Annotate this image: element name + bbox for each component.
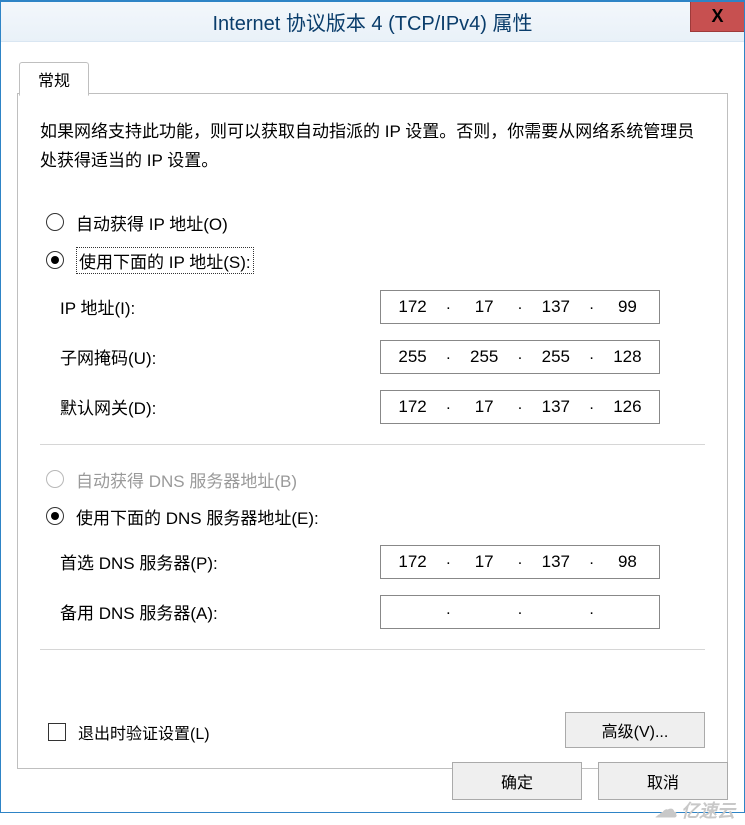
subnet-mask-input[interactable]: 255. 255. 255. 128 xyxy=(380,340,660,374)
dns-manual-label: 使用下面的 DNS 服务器地址(E): xyxy=(76,504,319,529)
gateway-label: 默认网关(D): xyxy=(60,394,380,419)
ip-auto-radio[interactable]: 自动获得 IP 地址(O) xyxy=(46,210,705,235)
ip-group: 自动获得 IP 地址(O) 使用下面的 IP 地址(S): IP 地址(I): … xyxy=(40,210,705,445)
dns-group: 自动获得 DNS 服务器地址(B) 使用下面的 DNS 服务器地址(E): 首选… xyxy=(40,467,705,650)
gateway-input[interactable]: 172. 17. 137. 126 xyxy=(380,390,660,424)
ip-address-row: IP 地址(I): 172. 17. 137. 99 xyxy=(60,290,705,324)
advanced-button[interactable]: 高级(V)... xyxy=(565,712,705,748)
tab-row: 常规 xyxy=(17,58,728,94)
intro-text: 如果网络支持此功能，则可以获取自动指派的 IP 设置。否则，你需要从网络系统管理… xyxy=(40,118,705,176)
dns-auto-radio: 自动获得 DNS 服务器地址(B) xyxy=(46,467,705,492)
dns-manual-radio[interactable]: 使用下面的 DNS 服务器地址(E): xyxy=(46,504,705,529)
subnet-mask-label: 子网掩码(U): xyxy=(60,344,380,369)
cancel-button[interactable]: 取消 xyxy=(598,762,728,800)
ok-button[interactable]: 确定 xyxy=(452,762,582,800)
footer: 确定 取消 xyxy=(452,762,728,800)
ip-manual-radio[interactable]: 使用下面的 IP 地址(S): xyxy=(46,247,705,274)
alt-dns-row: 备用 DNS 服务器(A): . . . xyxy=(60,595,705,629)
radio-icon xyxy=(46,470,64,488)
dialog-body: 常规 如果网络支持此功能，则可以获取自动指派的 IP 设置。否则，你需要从网络系… xyxy=(1,42,744,769)
radio-icon xyxy=(46,213,64,231)
watermark: ☁ 亿速云 xyxy=(655,797,735,823)
primary-dns-label: 首选 DNS 服务器(P): xyxy=(60,549,380,574)
primary-dns-row: 首选 DNS 服务器(P): 172. 17. 137. 98 xyxy=(60,545,705,579)
primary-dns-input[interactable]: 172. 17. 137. 98 xyxy=(380,545,660,579)
titlebar: Internet 协议版本 4 (TCP/IPv4) 属性 X xyxy=(1,2,744,42)
validate-label: 退出时验证设置(L) xyxy=(78,720,210,744)
subnet-mask-row: 子网掩码(U): 255. 255. 255. 128 xyxy=(60,340,705,374)
validate-checkbox[interactable]: 退出时验证设置(L) xyxy=(48,720,210,744)
radio-icon xyxy=(46,507,64,525)
ip-auto-label: 自动获得 IP 地址(O) xyxy=(76,210,228,235)
alt-dns-input[interactable]: . . . xyxy=(380,595,660,629)
checkbox-icon xyxy=(48,723,66,741)
ip-manual-label: 使用下面的 IP 地址(S): xyxy=(76,247,254,274)
cloud-icon: ☁ xyxy=(655,797,677,823)
dns-auto-label: 自动获得 DNS 服务器地址(B) xyxy=(76,467,297,492)
ip-address-label: IP 地址(I): xyxy=(60,294,380,319)
ip-address-input[interactable]: 172. 17. 137. 99 xyxy=(380,290,660,324)
radio-icon xyxy=(46,251,64,269)
general-panel: 如果网络支持此功能，则可以获取自动指派的 IP 设置。否则，你需要从网络系统管理… xyxy=(17,93,728,769)
alt-dns-label: 备用 DNS 服务器(A): xyxy=(60,599,380,624)
dialog-window: Internet 协议版本 4 (TCP/IPv4) 属性 X 常规 如果网络支… xyxy=(0,0,745,813)
close-button[interactable]: X xyxy=(690,2,744,32)
tab-general[interactable]: 常规 xyxy=(19,62,89,96)
window-title: Internet 协议版本 4 (TCP/IPv4) 属性 xyxy=(1,7,744,36)
gateway-row: 默认网关(D): 172. 17. 137. 126 xyxy=(60,390,705,424)
close-icon: X xyxy=(711,6,723,27)
